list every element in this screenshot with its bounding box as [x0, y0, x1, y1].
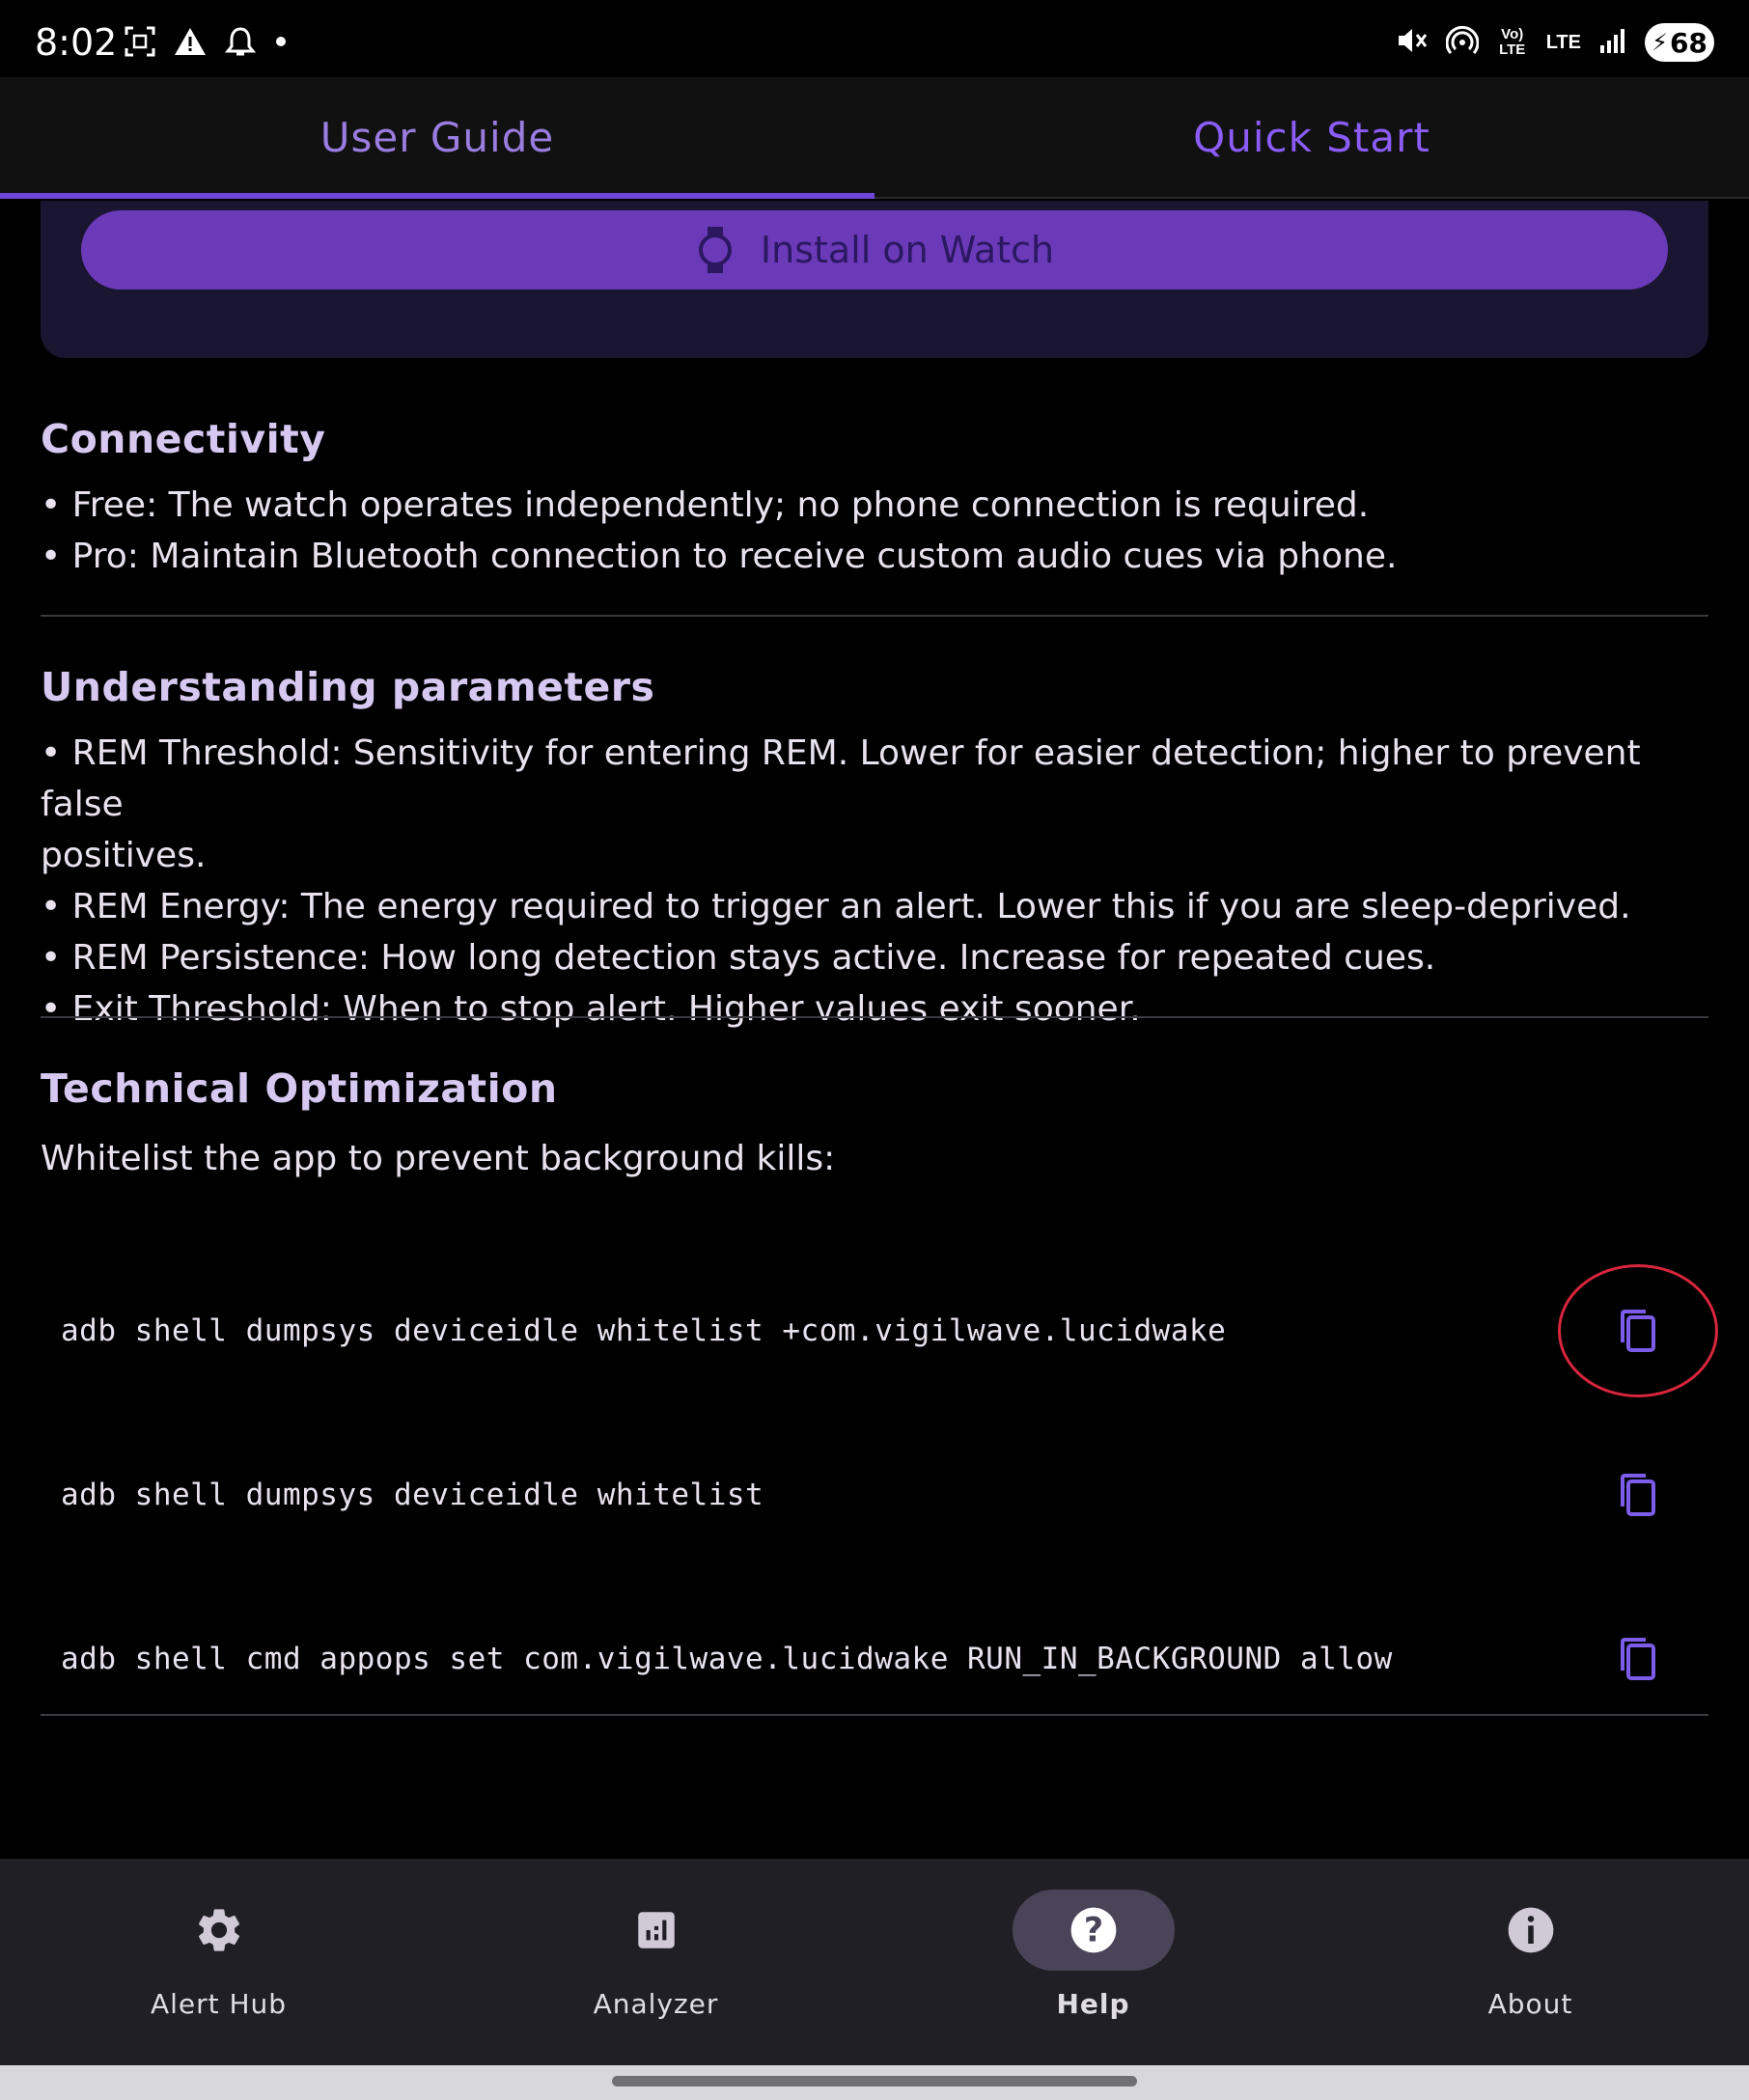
nav-icon-container	[575, 1890, 737, 1971]
watch-icon	[695, 225, 736, 275]
connectivity-title: Connectivity	[41, 416, 326, 462]
status-time: 8:02	[35, 21, 118, 64]
home-gesture-handle[interactable]	[612, 2076, 1137, 2086]
connectivity-bullet: • Free: The watch operates independently…	[41, 485, 1370, 525]
nav-icon-container: ?	[1012, 1890, 1175, 1971]
command-row: adb shell cmd appops set com.vigilwave.l…	[41, 1601, 1708, 1717]
content-scroll[interactable]: Install on Watch Connectivity • Free: Th…	[0, 201, 1749, 1859]
technical-section: Technical Optimization Whitelist the app…	[41, 1065, 1708, 1184]
copy-command-button[interactable]	[1558, 1264, 1718, 1397]
divider	[41, 615, 1708, 617]
technical-title: Technical Optimization	[41, 1065, 558, 1112]
dot-icon	[274, 35, 288, 53]
command-text: adb shell cmd appops set com.vigilwave.l…	[61, 1642, 1393, 1676]
nav-label: Analyzer	[593, 1988, 719, 2020]
volte-icon: Vo) LTE	[1499, 26, 1526, 58]
copy-command-button[interactable]	[1595, 1616, 1681, 1702]
parameters-title: Understanding parameters	[41, 664, 655, 710]
parameter-bullet: • REM Threshold: Sensitivity for enterin…	[41, 733, 1641, 824]
nav-label: Alert Hub	[150, 1988, 288, 2020]
status-left-icons	[124, 25, 288, 63]
nav-icon-container	[1450, 1890, 1612, 1971]
highlight-ring	[1558, 1264, 1718, 1397]
nav-icon-container	[138, 1890, 300, 1971]
alarm-icon	[224, 25, 257, 63]
command-text: adb shell dumpsys deviceidle whitelist	[61, 1478, 764, 1512]
copy-command-button[interactable]	[1595, 1451, 1681, 1538]
nav-about[interactable]: About	[1312, 1859, 1749, 2065]
gesture-area	[0, 2065, 1749, 2100]
copy-icon	[1621, 1638, 1655, 1680]
nav-alert-hub[interactable]: Alert Hub	[0, 1859, 437, 2065]
mute-icon	[1396, 24, 1429, 62]
divider	[41, 1714, 1708, 1716]
divider	[41, 1016, 1708, 1018]
info-icon	[1508, 1907, 1553, 1953]
screenshot-icon	[124, 25, 156, 63]
lte-icon: LTE	[1545, 31, 1581, 53]
technical-intro: Whitelist the app to prevent background …	[41, 1139, 836, 1178]
svg-text:?: ?	[1083, 1912, 1102, 1950]
tab-user-guide[interactable]: User Guide	[0, 77, 874, 199]
copy-icon	[1621, 1474, 1655, 1516]
install-card: Install on Watch	[41, 201, 1708, 358]
gear-icon	[198, 1909, 239, 1951]
battery-indicator: ⚡ 68	[1645, 23, 1714, 62]
nav-analyzer[interactable]: Analyzer	[437, 1859, 874, 2065]
battery-level: 68	[1669, 26, 1707, 59]
command-row: adb shell dumpsys deviceidle whitelist	[41, 1437, 1708, 1553]
install-button-label: Install on Watch	[760, 229, 1055, 271]
parameter-bullet: • REM Persistence: How long detection st…	[41, 938, 1436, 978]
status-bar: 8:02 Vo) LTE LTE ⚡ 68	[0, 0, 1749, 77]
parameters-section: Understanding parameters • REM Threshold…	[41, 664, 1708, 1035]
parameter-bullet: positives.	[41, 836, 207, 875]
hotspot-icon	[1445, 24, 1480, 62]
connectivity-bullet: • Pro: Maintain Bluetooth connection to …	[41, 537, 1398, 576]
warning-icon	[174, 26, 207, 62]
signal-icon	[1598, 26, 1627, 60]
status-right-icons: Vo) LTE LTE ⚡ 68	[1396, 23, 1714, 62]
tab-bar: User Guide Quick Start	[0, 77, 1749, 199]
charging-icon: ⚡	[1652, 29, 1668, 56]
nav-help[interactable]: ? Help	[874, 1859, 1312, 2065]
command-row: adb shell dumpsys deviceidle whitelist +…	[41, 1264, 1718, 1397]
help-icon: ?	[1070, 1907, 1116, 1953]
command-text: adb shell dumpsys deviceidle whitelist +…	[61, 1313, 1227, 1348]
parameter-bullet: • REM Energy: The energy required to tri…	[41, 887, 1631, 926]
bottom-nav: Alert Hub Analyzer ? Help About	[0, 1859, 1749, 2065]
nav-label: Help	[1056, 1988, 1130, 2020]
connectivity-section: Connectivity • Free: The watch operates …	[41, 416, 1708, 582]
chart-icon	[637, 1912, 675, 1948]
install-on-watch-button[interactable]: Install on Watch	[81, 210, 1668, 290]
parameter-bullet: • Exit Threshold: When to stop alert. Hi…	[41, 989, 1141, 1029]
nav-label: About	[1487, 1988, 1573, 2020]
tab-quick-start[interactable]: Quick Start	[874, 77, 1749, 197]
